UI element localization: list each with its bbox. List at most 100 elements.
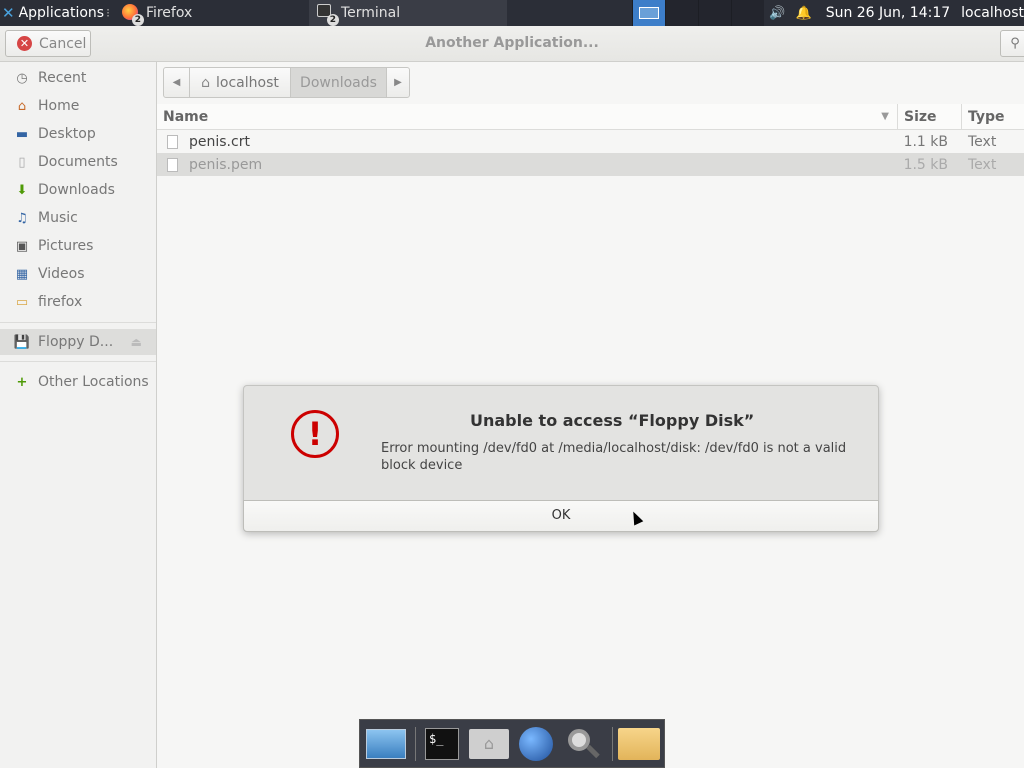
sidebar-item-other-locations[interactable]: + Other Locations	[0, 368, 156, 396]
file-type: Text	[968, 133, 997, 150]
places-sidebar: ◷ Recent ⌂ Home ▬ Desktop ▯ Documents ⬇ …	[0, 62, 157, 768]
sidebar-item-label: Videos	[38, 266, 85, 282]
path-forward-button[interactable]: ▶	[387, 68, 409, 97]
path-home-label: localhost	[216, 74, 279, 91]
home-folder-icon: ⌂	[468, 728, 509, 759]
workspace-switcher	[632, 0, 764, 26]
sidebar-item-music[interactable]: ♫ Music	[0, 204, 156, 232]
error-icon: !	[291, 410, 339, 458]
workspace-4[interactable]	[731, 0, 764, 26]
path-back-button[interactable]: ◀	[164, 68, 190, 97]
sort-descending-icon: ▼	[881, 111, 889, 122]
taskbar-label: Firefox	[145, 5, 193, 21]
path-current-button[interactable]: Downloads	[291, 68, 387, 97]
dialog-headerbar: ✕ Cancel Another Application... ⚲	[0, 26, 1024, 62]
workspace-3[interactable]	[698, 0, 731, 26]
dock-web-browser[interactable]	[514, 722, 558, 766]
sidebar-item-videos[interactable]: ▦ Videos	[0, 260, 156, 288]
user-menu[interactable]: localhost	[961, 5, 1024, 21]
search-icon: ⚲	[1010, 36, 1020, 51]
sidebar-item-recent[interactable]: ◷ Recent	[0, 64, 156, 92]
column-label: Name	[163, 108, 209, 125]
downloads-icon: ⬇	[16, 182, 28, 198]
magnifier-icon	[566, 727, 600, 761]
dialog-title: Another Application...	[425, 35, 599, 51]
window-count-badge: 2	[326, 14, 339, 26]
folder-icon	[617, 727, 660, 760]
workspace-1[interactable]	[632, 0, 665, 26]
sidebar-item-floppy-disk[interactable]: 💾 Floppy D... ⏏	[0, 329, 156, 355]
path-bar: ◀ ⌂ localhost Downloads ▶	[163, 67, 410, 98]
dock-app-finder[interactable]	[561, 722, 605, 766]
column-header-name[interactable]: Name ▼	[157, 103, 898, 130]
sidebar-item-label: Downloads	[38, 182, 115, 198]
sidebar-item-downloads[interactable]: ⬇ Downloads	[0, 176, 156, 204]
music-icon: ♫	[16, 210, 28, 226]
chevron-left-icon: ◀	[172, 77, 181, 88]
dock-terminal[interactable]: $_	[420, 722, 464, 766]
sidebar-separator	[0, 322, 156, 323]
workspace-2[interactable]	[665, 0, 698, 26]
column-header-type[interactable]: Type	[962, 104, 1024, 130]
desktop-icon: ▬	[15, 126, 29, 142]
file-name: penis.pem	[189, 156, 263, 173]
file-list-header: Name ▼ Size Type	[157, 103, 1024, 130]
file-row[interactable]: penis.pem 1.5 kB Text	[157, 153, 1024, 176]
sidebar-item-firefox[interactable]: ▭ firefox	[0, 288, 156, 316]
home-icon: ⌂	[17, 98, 27, 114]
sidebar-item-desktop[interactable]: ▬ Desktop	[0, 120, 156, 148]
terminal-icon: $_	[424, 727, 459, 760]
sidebar-item-documents[interactable]: ▯ Documents	[0, 148, 156, 176]
sidebar-separator	[0, 361, 156, 362]
sidebar-item-pictures[interactable]: ▣ Pictures	[0, 232, 156, 260]
taskbar-label: Terminal	[340, 5, 401, 21]
file-row[interactable]: penis.crt 1.1 kB Text	[157, 130, 1024, 153]
file-type: Text	[968, 156, 997, 173]
system-tray: 🔊 🔔 Sun 26 Jun, 14:17 localhost	[769, 0, 1024, 26]
pictures-icon: ▣	[15, 238, 29, 254]
volume-icon[interactable]: 🔊	[769, 6, 785, 21]
clock[interactable]: Sun 26 Jun, 14:17	[826, 5, 950, 21]
sidebar-item-label: Other Locations	[38, 374, 149, 390]
ok-button[interactable]: OK	[243, 500, 879, 532]
sidebar-item-label: Desktop	[38, 126, 96, 142]
file-size: 1.5 kB	[903, 156, 948, 173]
file-size: 1.1 kB	[903, 133, 948, 150]
applications-menu-button[interactable]: ✕ Applications ⁝	[0, 0, 114, 26]
text-file-icon	[167, 157, 178, 172]
dock-files[interactable]	[617, 722, 661, 766]
home-icon: ⌂	[201, 74, 211, 91]
path-home-button[interactable]: ⌂ localhost	[190, 68, 291, 97]
taskbar-terminal[interactable]: 2 Terminal	[308, 0, 507, 26]
videos-icon: ▦	[15, 266, 29, 282]
dock-home-folder[interactable]: ⌂	[467, 722, 511, 766]
notification-bell-icon[interactable]: 🔔	[796, 6, 812, 21]
panel-separator: ⁝	[106, 6, 110, 20]
search-button[interactable]: ⚲	[1000, 30, 1024, 57]
recent-icon: ◷	[16, 70, 28, 86]
sidebar-item-label: Floppy D...	[38, 334, 114, 350]
firefox-icon: 2	[121, 4, 144, 26]
dock-show-desktop[interactable]	[364, 722, 408, 766]
xfce-logo-icon: ✕	[2, 4, 15, 22]
text-file-icon	[167, 134, 178, 149]
sidebar-item-label: Home	[38, 98, 80, 114]
column-header-size[interactable]: Size	[898, 103, 962, 130]
taskbar-firefox[interactable]: 2 Firefox	[114, 0, 309, 26]
terminal-icon: 2	[316, 4, 339, 26]
sidebar-item-label: Pictures	[38, 238, 94, 254]
sidebar-item-label: Music	[38, 210, 78, 226]
plus-icon: +	[16, 374, 28, 390]
top-panel: ✕ Applications ⁝ 2 Firefox 2 Terminal 🔊 …	[0, 0, 1024, 26]
show-desktop-icon	[366, 728, 406, 759]
web-browser-icon	[519, 726, 553, 761]
floppy-disk-icon: 💾	[13, 334, 31, 350]
error-dialog-message: Error mounting /dev/fd0 at /media/localh…	[381, 441, 847, 473]
error-dialog-title: Unable to access “Floppy Disk”	[470, 411, 755, 430]
dock-separator	[612, 726, 613, 761]
sidebar-item-home[interactable]: ⌂ Home	[0, 92, 156, 120]
window-count-badge: 2	[131, 14, 144, 26]
sidebar-item-label: Documents	[38, 154, 118, 170]
dock: $_ ⌂	[359, 719, 665, 768]
eject-icon[interactable]: ⏏	[131, 335, 142, 349]
